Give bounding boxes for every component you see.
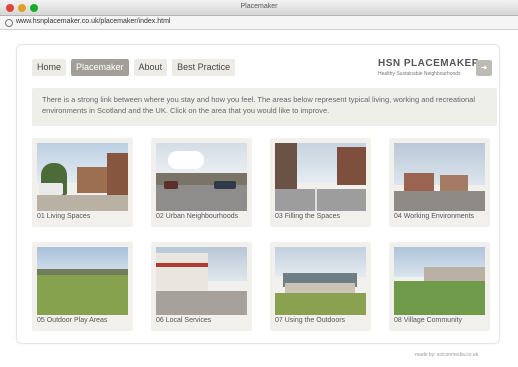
address-bar[interactable]: www.hsnplacemaker.co.uk/placemaker/index… (0, 16, 518, 30)
main-nav: Home Placemaker About Best Practice (32, 59, 236, 76)
tile-caption: 01 Living Spaces (37, 213, 91, 220)
tile-caption: 08 Village Community (394, 317, 462, 324)
intro-text: There is a strong link between where you… (42, 95, 476, 115)
tile-outdoor-play-areas[interactable]: 05 Outdoor Play Areas (32, 242, 133, 331)
nav-placemaker[interactable]: Placemaker (71, 59, 129, 76)
tile-working-environments[interactable]: 04 Working Environments (389, 138, 490, 227)
tile-photo[interactable] (156, 143, 247, 211)
tile-photo[interactable] (37, 247, 128, 315)
tile-caption: 04 Working Environments (394, 213, 475, 220)
tile-caption: 03 Filling the Spaces (275, 213, 340, 220)
tile-photo[interactable] (275, 247, 366, 315)
tile-village-community[interactable]: 08 Village Community (389, 242, 490, 331)
tile-caption: 02 Urban Neighbourhoods (156, 213, 239, 220)
tile-local-services[interactable]: 06 Local Services (151, 242, 252, 331)
nav-home[interactable]: Home (32, 59, 67, 76)
window-titlebar: Placemaker (0, 0, 518, 16)
tile-caption: 06 Local Services (156, 317, 212, 324)
tile-caption: 05 Outdoor Play Areas (37, 317, 108, 324)
window-title: Placemaker (240, 3, 278, 10)
tile-caption: 07 Using the Outdoors (275, 317, 346, 324)
tile-living-spaces[interactable]: 01 Living Spaces (32, 138, 133, 227)
tile-photo[interactable] (394, 247, 485, 315)
tile-photo[interactable] (394, 143, 485, 211)
tile-urban-neighbourhoods[interactable]: 02 Urban Neighbourhoods (151, 138, 252, 227)
tile-photo[interactable] (275, 143, 366, 211)
brand-logo[interactable]: HSN PLACEMAKER Healthy Sustainable Neigh… (378, 58, 494, 80)
tile-filling-the-spaces[interactable]: 03 Filling the Spaces (270, 138, 371, 227)
arrow-right-icon[interactable]: ➜ (476, 60, 492, 76)
tile-photo[interactable] (156, 247, 247, 315)
footer-credit[interactable]: made by: sciconmedia.co.uk (415, 352, 478, 358)
url-text[interactable]: www.hsnplacemaker.co.uk/placemaker/index… (16, 18, 170, 25)
nav-about[interactable]: About (133, 59, 168, 76)
tile-using-the-outdoors[interactable]: 07 Using the Outdoors (270, 242, 371, 331)
tile-photo[interactable] (37, 143, 128, 211)
nav-best-practice[interactable]: Best Practice (172, 59, 236, 76)
site-icon (5, 19, 13, 27)
intro-panel: There is a strong link between where you… (32, 88, 497, 126)
